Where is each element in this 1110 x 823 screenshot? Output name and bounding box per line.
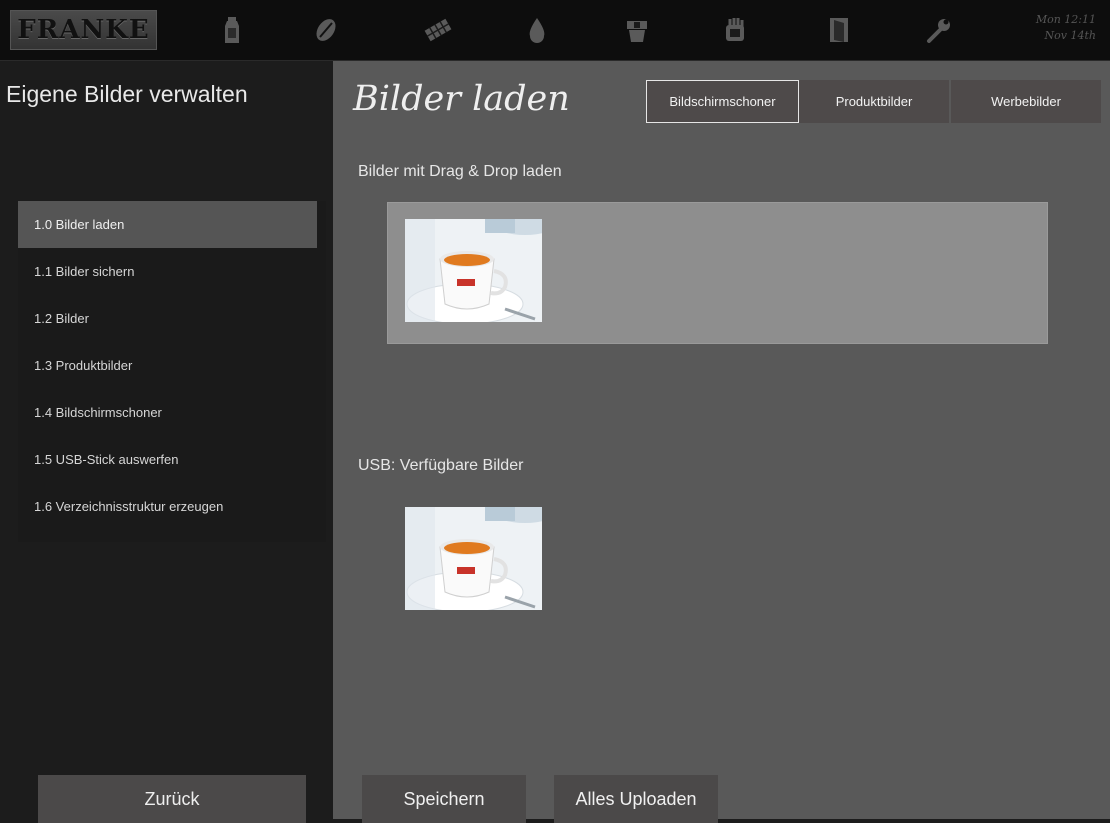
water-drop-icon[interactable]	[517, 12, 557, 48]
wrench-icon[interactable]	[918, 12, 958, 48]
sidebar-item-bildschirmschoner[interactable]: 1.4 Bildschirmschoner	[18, 389, 326, 436]
sidebar-item-bilder-sichern[interactable]: 1.1 Bilder sichern	[18, 248, 326, 295]
top-bar: FRANKE Mon 12:11 Nov 14th	[0, 0, 1110, 61]
sidebar-title: Eigene Bilder verwalten	[6, 81, 248, 107]
cleaning-hand-icon[interactable]	[715, 12, 755, 48]
sidebar-item-bilder[interactable]: 1.2 Bilder	[18, 295, 326, 342]
sidebar: Eigene Bilder verwalten 1.0 Bilder laden…	[0, 61, 333, 823]
coffee-bean-icon[interactable]	[306, 12, 346, 48]
day-time: Mon 12:11	[1035, 13, 1096, 26]
usb-images-label: USB: Verfügbare Bilder	[358, 457, 524, 474]
tab-werbebilder[interactable]: Werbebilder	[951, 80, 1101, 123]
save-button[interactable]: Speichern	[362, 775, 526, 823]
sidebar-item-produktbilder[interactable]: 1.3 Produktbilder	[18, 342, 326, 389]
main-panel: Bilder laden Bildschirmschoner Produktbi…	[333, 61, 1110, 823]
cup-stack-icon[interactable]	[617, 12, 657, 48]
clock: Mon 12:11 Nov 14th	[1026, 12, 1096, 44]
tab-produktbilder[interactable]: Produktbilder	[799, 80, 949, 123]
sidebar-item-bilder-laden[interactable]: 1.0 Bilder laden	[18, 201, 317, 248]
upload-all-button[interactable]: Alles Uploaden	[554, 775, 718, 823]
sidebar-menu: 1.0 Bilder laden 1.1 Bilder sichern 1.2 …	[18, 201, 326, 542]
milk-carton-icon[interactable]	[212, 12, 252, 48]
franke-logo: FRANKE	[10, 10, 157, 50]
image-type-tabs: Bildschirmschoner Produktbilder Werbebil…	[646, 80, 1101, 123]
sidebar-item-usb-stick-auswerfen[interactable]: 1.5 USB-Stick auswerfen	[18, 436, 326, 483]
page-title: Bilder laden	[353, 79, 570, 119]
usb-image-thumbnail[interactable]	[405, 507, 542, 610]
drag-drop-zone[interactable]	[387, 202, 1048, 344]
dropzone-image-thumbnail[interactable]	[405, 219, 542, 322]
chocolate-bar-icon[interactable]	[418, 12, 458, 48]
door-icon[interactable]	[819, 12, 859, 48]
date: Nov 14th	[1044, 29, 1096, 42]
tab-bildschirmschoner[interactable]: Bildschirmschoner	[646, 80, 799, 123]
back-button[interactable]: Zurück	[38, 775, 306, 823]
dropzone-label: Bilder mit Drag & Drop laden	[358, 163, 562, 180]
sidebar-item-verzeichnisstruktur[interactable]: 1.6 Verzeichnisstruktur erzeugen	[18, 483, 326, 530]
